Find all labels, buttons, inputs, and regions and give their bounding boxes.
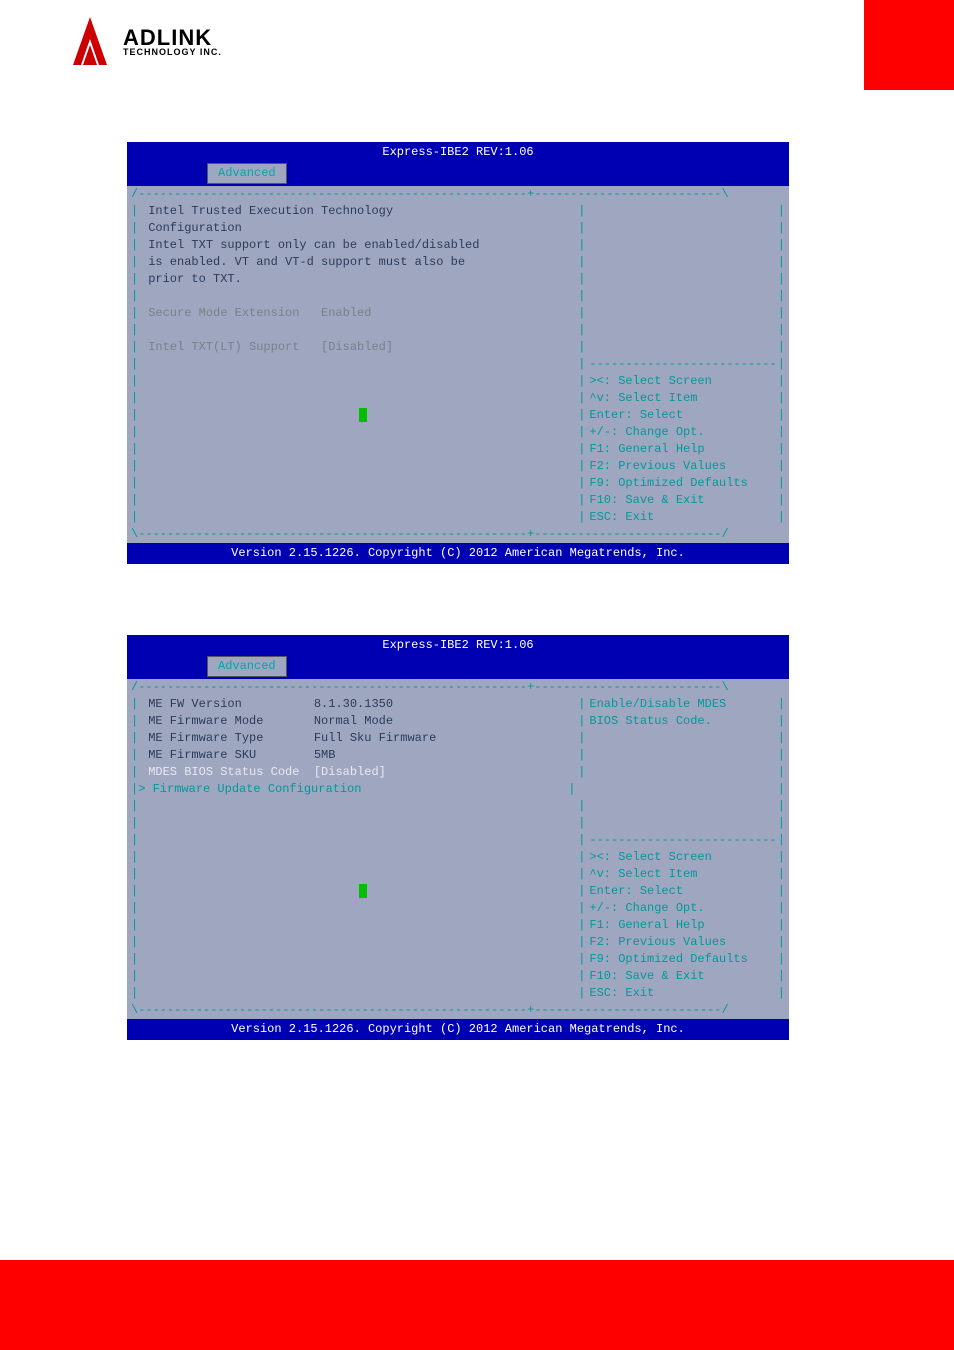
row-me-sku: ME Firmware SKU 5MB (138, 747, 578, 764)
bios-footer: Version 2.15.1226. Copyright (C) 2012 Am… (127, 1019, 789, 1040)
logo-sub-text: TECHNOLOGY INC. (123, 47, 222, 57)
row: is enabled. VT and VT-d support must als… (138, 254, 578, 271)
desc: BIOS Status Code. (585, 713, 777, 730)
bios-title: Express-IBE2 REV:1.06 (127, 142, 789, 163)
help: Enter: Select (585, 883, 777, 900)
row-me-fw: ME FW Version 8.1.30.1350 (138, 696, 578, 713)
help: F9: Optimized Defaults (585, 475, 777, 492)
help: ><: Select Screen (585, 373, 777, 390)
logo-main-text: ADLINK (123, 28, 222, 48)
tab-advanced: Advanced (207, 656, 287, 677)
row (138, 322, 578, 339)
help: ESC: Exit (585, 985, 777, 1002)
help: ESC: Exit (585, 509, 777, 526)
bios-footer: Version 2.15.1226. Copyright (C) 2012 Am… (127, 543, 789, 564)
help: +/-: Change Opt. (585, 900, 777, 917)
footer-red-bar (0, 1260, 954, 1350)
help: ^v: Select Item (585, 866, 777, 883)
header-red-box (864, 0, 954, 90)
row-fw-update: > Firmware Update Configuration (128, 781, 568, 798)
help: F9: Optimized Defaults (585, 951, 777, 968)
row: prior to TXT. (138, 271, 578, 288)
help: ><: Select Screen (585, 849, 777, 866)
cursor-icon (359, 884, 367, 898)
help: +/-: Change Opt. (585, 424, 777, 441)
row-me-type: ME Firmware Type Full Sku Firmware (138, 730, 578, 747)
help: F1: General Help (585, 441, 777, 458)
row: Configuration (138, 220, 578, 237)
desc: Enable/Disable MDES (585, 696, 777, 713)
bios-screenshot-me: Express-IBE2 REV:1.06 Advanced /--------… (127, 635, 789, 1040)
adlink-logo: ADLINK TECHNOLOGY INC. (65, 15, 222, 70)
row-txt: Intel TXT(LT) Support [Disabled] (138, 339, 578, 356)
row: Intel TXT support only can be enabled/di… (138, 237, 578, 254)
help: F10: Save & Exit (585, 968, 777, 985)
tab-advanced: Advanced (207, 163, 287, 184)
adlink-logo-icon (65, 15, 115, 70)
bios-title: Express-IBE2 REV:1.06 (127, 635, 789, 656)
row-sme: Secure Mode Extension Enabled (138, 305, 578, 322)
row-me-mode: ME Firmware Mode Normal Mode (138, 713, 578, 730)
cursor-icon (359, 408, 367, 422)
help: F1: General Help (585, 917, 777, 934)
border-top: /---------------------------------------… (131, 679, 785, 696)
border-bottom: \---------------------------------------… (131, 526, 785, 543)
row: Intel Trusted Execution Technology (138, 203, 578, 220)
border-bottom: \---------------------------------------… (131, 1002, 785, 1019)
row-mdes: MDES BIOS Status Code [Disabled] (138, 764, 578, 781)
help: ^v: Select Item (585, 390, 777, 407)
bios-tab-row: Advanced (127, 163, 789, 186)
help: F10: Save & Exit (585, 492, 777, 509)
help: Enter: Select (585, 407, 777, 424)
help: F2: Previous Values (585, 458, 777, 475)
border-top: /---------------------------------------… (131, 186, 785, 203)
bios-screenshot-txt: Express-IBE2 REV:1.06 Advanced /--------… (127, 142, 789, 564)
bios-tab-row: Advanced (127, 656, 789, 679)
help: F2: Previous Values (585, 934, 777, 951)
row (138, 288, 578, 305)
